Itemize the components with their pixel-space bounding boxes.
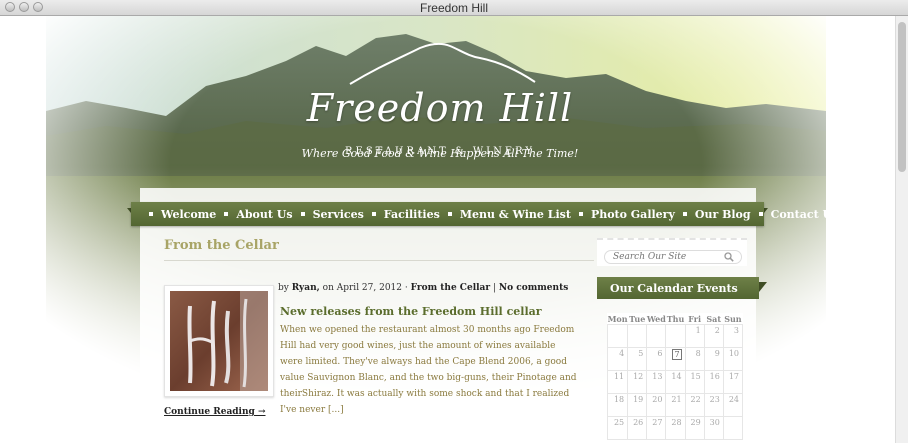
calendar-day-cell[interactable]: 6 — [646, 347, 667, 371]
calendar-day-cell[interactable]: 1 — [684, 324, 705, 348]
search-input[interactable] — [604, 250, 742, 264]
nav-bullet-icon — [758, 212, 763, 216]
logo-name: Freedom Hill — [306, 86, 574, 130]
calendar-day-cell[interactable]: 30 — [703, 416, 724, 440]
continue-reading-link[interactable]: Continue Reading → — [164, 407, 266, 417]
calendar-day-header: Wed — [646, 313, 666, 324]
calendar-day-cell[interactable]: 18 — [606, 393, 629, 417]
calendar-day-header: Sat — [706, 313, 722, 324]
title-bar: Freedom Hill — [0, 0, 908, 16]
post-title-link[interactable]: New releases from the Freedom Hill cella… — [280, 305, 542, 318]
main-navigation: Welcome About Us Services Facilities Men… — [131, 202, 851, 226]
calendar-day-cell[interactable]: 11 — [606, 370, 629, 394]
calendar-day-cell[interactable]: 5 — [627, 347, 648, 371]
calendar-day-cell[interactable]: 14 — [665, 370, 686, 394]
calendar-day-cell[interactable]: 10 — [722, 347, 744, 371]
calendar-day-cell[interactable]: 17 — [722, 370, 744, 394]
calendar-week-row: 123 — [606, 324, 744, 348]
nav-item-services[interactable]: Services — [313, 208, 364, 221]
calendar-day-cell[interactable]: 23 — [703, 393, 724, 417]
nav-bullet-icon — [149, 212, 153, 216]
post-excerpt: When we opened the restaurant almost 30 … — [280, 325, 577, 415]
post-category-link[interactable]: From the Cellar — [411, 283, 491, 293]
calendar-day-header: Tue — [629, 313, 646, 324]
calendar-day-cell[interactable]: 12 — [627, 370, 648, 394]
byline-separator: | — [492, 283, 497, 293]
calendar-day-cell[interactable]: 29 — [684, 416, 705, 440]
calendar-day-cell[interactable]: 19 — [627, 393, 648, 417]
calendar-day-cell[interactable]: 25 — [606, 416, 629, 440]
site-tagline: Where Good Food & Wine Happens All The T… — [301, 147, 579, 160]
window-title: Freedom Hill — [419, 1, 488, 15]
calendar-day-cell[interactable]: 2 — [703, 324, 724, 348]
calendar-today-marker: 7 — [672, 349, 682, 360]
calendar-day-cell[interactable]: 13 — [646, 370, 667, 394]
calendar-ribbon — [759, 282, 767, 292]
nav-bullet-icon — [371, 212, 376, 216]
nav-item-our-blog[interactable]: Our Blog — [695, 208, 751, 221]
nav-item-photo-gallery[interactable]: Photo Gallery — [591, 208, 675, 221]
calendar-day-cell[interactable]: 4 — [606, 347, 629, 371]
site-logo[interactable]: Freedom Hill RESTAURANT & WINERY — [300, 36, 580, 186]
scrollbar-thumb[interactable] — [898, 22, 906, 172]
calendar-day-cell — [646, 324, 667, 348]
nav-item-welcome[interactable]: Welcome — [161, 208, 216, 221]
nav-item-about-us[interactable]: About Us — [236, 208, 292, 221]
calendar-day-header: Sun — [724, 313, 742, 324]
calendar-week-row: 4 5 6 7 8 9 10 — [606, 347, 744, 371]
calendar-day-cell[interactable]: 22 — [684, 393, 705, 417]
calendar-day-header: Thu — [666, 313, 685, 324]
browser-window: Freedom Hill Freedom Hill RESTAURANT & W… — [0, 0, 908, 443]
calendar-day-header: Fri — [688, 313, 701, 324]
events-calendar: Mon Tue Wed Thu Fri Sat Sun 1 2 3 4 5 6 7 8 9 10 1… — [606, 313, 744, 440]
byline-prefix: by — [278, 283, 289, 293]
calendar-week-row: 25 26 27 28 29 30 — [606, 416, 744, 440]
nav-item-menu-wine-list[interactable]: Menu & Wine List — [460, 208, 571, 221]
calendar-day-cell[interactable]: 3 — [722, 324, 744, 348]
calendar-day-header: Mon — [607, 313, 628, 324]
calendar-day-cell[interactable]: 9 — [703, 347, 724, 371]
calendar-day-cell — [627, 324, 648, 348]
nav-bullet-icon — [578, 212, 583, 216]
calendar-day-cell[interactable]: 28 — [665, 416, 686, 440]
calendar-day-cell[interactable]: 24 — [722, 393, 744, 417]
calendar-day-cell — [606, 324, 629, 348]
nav-bullet-icon — [447, 212, 452, 216]
post-comments-link[interactable]: No comments — [499, 283, 568, 293]
post-thumbnail[interactable] — [164, 285, 274, 397]
calendar-day-cell[interactable]: 20 — [646, 393, 667, 417]
calendar-day-cell[interactable]: 15 — [684, 370, 705, 394]
calendar-day-cell — [722, 416, 744, 440]
calendar-day-cell[interactable]: 27 — [646, 416, 667, 440]
calendar-day-cell[interactable]: 26 — [627, 416, 648, 440]
page-viewport: Freedom Hill RESTAURANT & WINERY Where G… — [0, 16, 896, 443]
calendar-week-row: 18 19 20 21 22 23 24 — [606, 393, 744, 417]
calendar-day-cell[interactable]: 21 — [665, 393, 686, 417]
post-date: on April 27, 2012 · — [322, 283, 408, 293]
vertical-scrollbar[interactable] — [895, 16, 908, 443]
calendar-day-cell — [665, 324, 686, 348]
calendar-day-cell[interactable]: 7 — [665, 347, 686, 371]
nav-item-facilities[interactable]: Facilities — [384, 208, 440, 221]
post-byline: by Ryan, on April 27, 2012 · From the Ce… — [278, 283, 568, 293]
nav-bullet-icon — [300, 212, 305, 216]
nav-bullet-icon — [224, 212, 229, 216]
nav-item-contact-us[interactable]: Contact Us — [771, 208, 839, 221]
calendar-day-cell[interactable]: 8 — [684, 347, 705, 371]
post-author-link[interactable]: Ryan, — [292, 283, 320, 293]
calendar-day-cell[interactable]: 16 — [703, 370, 724, 394]
nav-bullet-icon — [682, 212, 687, 216]
calendar-title: Our Calendar Events — [610, 282, 738, 295]
calendar-week-row: 11 12 13 14 15 16 17 — [606, 370, 744, 394]
search-icon[interactable] — [724, 252, 734, 262]
section-divider — [164, 260, 594, 261]
section-title: From the Cellar — [164, 238, 279, 253]
nav-bullet-icon — [846, 212, 851, 216]
wine-glass-etched-photo — [170, 291, 268, 391]
